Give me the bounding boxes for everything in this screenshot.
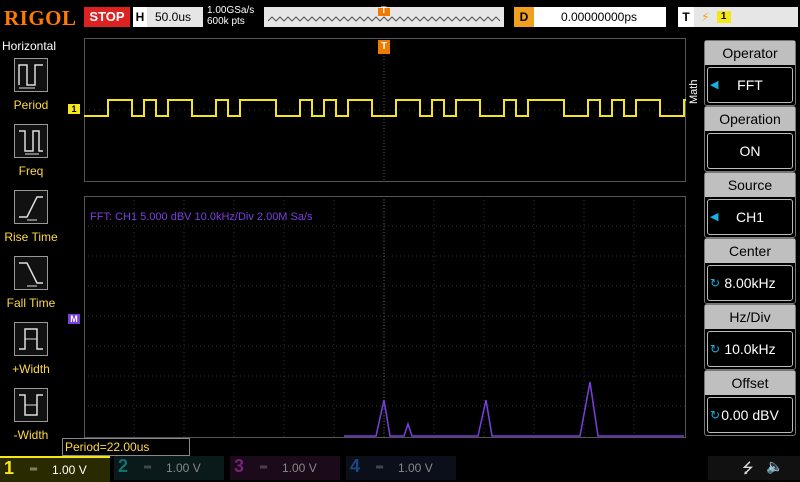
- freq-icon: [14, 124, 48, 158]
- channel-4-tab[interactable]: 4 ═ 1.00 V: [346, 456, 456, 480]
- timebase-value: 50.0us: [155, 10, 192, 24]
- channel-4-number: 4: [350, 456, 361, 476]
- offset-title: Offset: [705, 371, 795, 395]
- menu-side-label: Math: [688, 79, 700, 104]
- measure-panel: Period Freq Rise Time Fall Time +Width -…: [0, 36, 62, 456]
- measure-rise-time-button[interactable]: Rise Time: [0, 182, 62, 246]
- fft-grid: [84, 196, 686, 438]
- top-status-bar: RIGOL STOP H 50.0us 1.00GSa/s 600k pts T …: [0, 0, 800, 44]
- rotary-knob-icon: ↻: [710, 408, 721, 422]
- freq-label: Freq: [18, 164, 44, 178]
- ch1-marker[interactable]: 1: [68, 104, 80, 114]
- offset-menu[interactable]: Offset ↻ 0.00 dBV: [704, 370, 796, 436]
- channel-1-number: 1: [4, 458, 15, 478]
- channel-2-scale: 1.00 V: [166, 461, 201, 475]
- rise-time-icon: [14, 190, 48, 224]
- rigol-logo: RIGOL: [4, 6, 77, 30]
- channel-1-tab[interactable]: 1 ═ 1.00 V: [0, 456, 110, 482]
- negative-width-label: -Width: [13, 428, 49, 442]
- triangle-left-icon: ◀: [710, 211, 719, 223]
- measure-period-button[interactable]: Period: [0, 50, 62, 114]
- dc-coupling-icon: ═: [260, 462, 268, 473]
- fft-info-label: FFT: CH1 5.000 dBV 10.0kHz/Div 2.00M Sa/…: [90, 211, 313, 223]
- hz-div-menu[interactable]: Hz/Div ↻ 10.0kHz: [704, 304, 796, 370]
- source-menu[interactable]: Source ◀ CH1: [704, 172, 796, 238]
- triangle-left-icon: ◀: [710, 79, 719, 91]
- memory-overview: T: [264, 5, 504, 27]
- channel-3-tab[interactable]: 3 ═ 1.00 V: [230, 456, 340, 480]
- channel-3-scale: 1.00 V: [282, 461, 317, 475]
- operation-menu[interactable]: Operation ON: [704, 106, 796, 172]
- dc-coupling-icon: ═: [376, 462, 384, 473]
- dc-coupling-icon: ═: [144, 462, 152, 473]
- memory-depth: 600k pts: [207, 16, 245, 27]
- rotary-knob-icon: ↻: [710, 342, 721, 356]
- status-area: ⭍ 🔈: [708, 456, 800, 480]
- operator-title: Operator: [705, 41, 795, 65]
- channel-4-scale: 1.00 V: [398, 461, 433, 475]
- offset-value: ↻ 0.00 dBV: [707, 397, 793, 433]
- acquisition-info: 1.00GSa/s 600k pts: [207, 5, 263, 27]
- trigger-position-marker[interactable]: T: [378, 40, 390, 54]
- hz-div-title: Hz/Div: [705, 305, 795, 329]
- operator-value: ◀ FFT: [707, 67, 793, 103]
- trigger-label: T: [678, 7, 694, 27]
- hz-div-value: ↻ 10.0kHz: [707, 331, 793, 367]
- operation-title: Operation: [705, 107, 795, 131]
- delay-box[interactable]: D 0.00000000ps: [514, 7, 666, 27]
- channel-1-scale: 1.00 V: [52, 463, 87, 477]
- time-domain-grid: [84, 38, 686, 182]
- memory-trigger-marker: T: [381, 5, 387, 15]
- operation-value: ON: [707, 133, 793, 169]
- measure-positive-width-button[interactable]: +Width: [0, 314, 62, 378]
- measure-negative-width-button[interactable]: -Width: [0, 380, 62, 444]
- center-value: ↻ 8.00kHz: [707, 265, 793, 301]
- trigger-channel-badge: 1: [716, 11, 731, 23]
- positive-width-label: +Width: [12, 362, 50, 376]
- fall-time-icon: [14, 256, 48, 290]
- rotary-knob-icon: ↻: [710, 276, 721, 290]
- fall-time-label: Fall Time: [6, 296, 56, 310]
- negative-width-icon: [14, 388, 48, 422]
- positive-width-icon: [14, 322, 48, 356]
- period-icon: [14, 58, 48, 92]
- rising-edge-icon: ⚡: [701, 10, 710, 24]
- center-title: Center: [705, 239, 795, 263]
- center-menu[interactable]: Center ↻ 8.00kHz: [704, 238, 796, 304]
- operator-menu[interactable]: Operator ◀ FFT: [704, 40, 796, 106]
- usb-icon: ⭍: [742, 460, 754, 476]
- sample-rate: 1.00GSa/s: [207, 5, 255, 16]
- source-title: Source: [705, 173, 795, 197]
- math-marker[interactable]: M: [68, 314, 80, 324]
- source-value: ◀ CH1: [707, 199, 793, 235]
- trigger-box[interactable]: T ⚡ 1 0.00V: [678, 7, 798, 44]
- speaker-muted-icon[interactable]: 🔈: [766, 458, 783, 475]
- channel-2-tab[interactable]: 2 ═ 1.00 V: [114, 456, 224, 480]
- channel-3-number: 3: [234, 456, 245, 476]
- dc-coupling-icon: ═: [30, 464, 38, 475]
- run-stop-indicator[interactable]: STOP: [84, 7, 130, 27]
- measure-fall-time-button[interactable]: Fall Time: [0, 248, 62, 312]
- measure-freq-button[interactable]: Freq: [0, 116, 62, 180]
- horizontal-label: H: [133, 7, 147, 27]
- delay-value: 0.00000000ps: [560, 10, 638, 24]
- delay-label: D: [514, 7, 534, 27]
- channel-bar: 1 ═ 1.00 V 2 ═ 1.00 V 3 ═ 1.00 V 4 ═ 1.0…: [0, 456, 800, 482]
- channel-2-number: 2: [118, 456, 129, 476]
- rise-time-label: Rise Time: [4, 230, 58, 244]
- period-label: Period: [13, 98, 49, 112]
- horizontal-timebase[interactable]: H 50.0us: [133, 7, 203, 27]
